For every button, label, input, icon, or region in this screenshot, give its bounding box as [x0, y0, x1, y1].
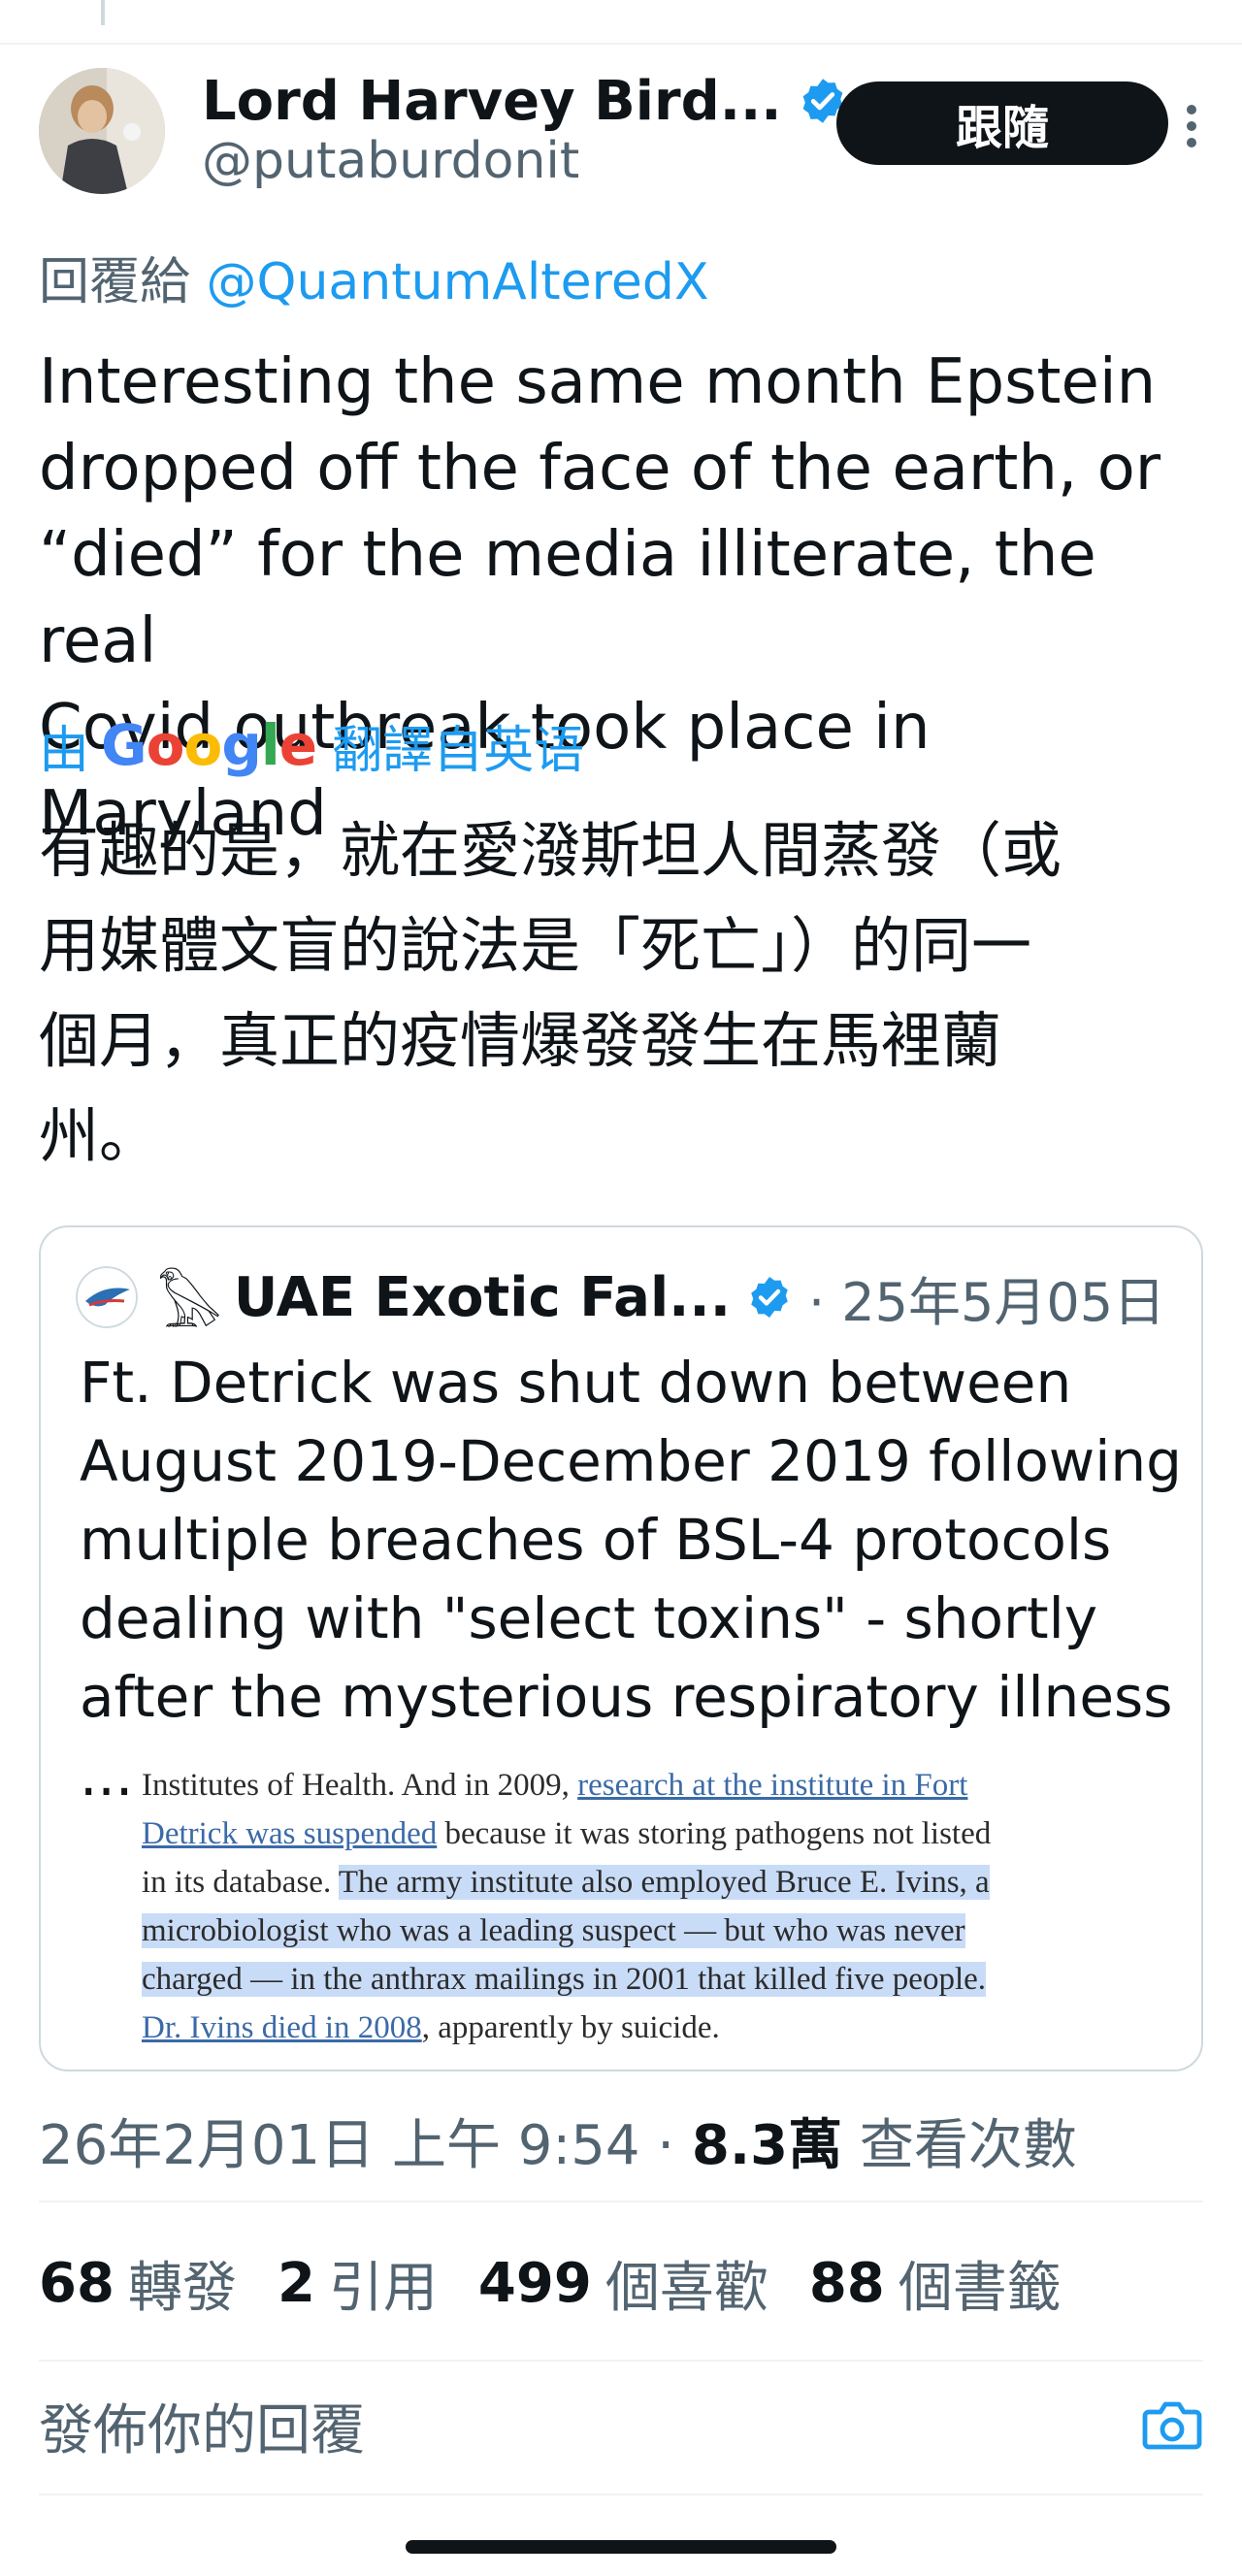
- divider: [39, 2360, 1203, 2362]
- quoted-date[interactable]: · 25年5月05日: [808, 1259, 1165, 1336]
- quoted-text-line: August 2019-December 2019 following: [80, 1428, 1182, 1494]
- falcon-icon: 𓅃: [157, 1272, 222, 1341]
- verified-badge-icon: [751, 1277, 788, 1318]
- quoted-avatar-logo-icon: [76, 1266, 138, 1328]
- article-screenshot[interactable]: Institutes of Health. And in 2009, resea…: [142, 1761, 1151, 2052]
- translated-text: 有趣的是，就在愛潑斯坦人間蒸發（或 用媒體文盲的說法是「死亡」）的同一 個月，真…: [39, 803, 1223, 1184]
- highlighted-text: The army institute also employed Bruce E…: [338, 1865, 990, 1900]
- highlighted-text: charged — in the anthrax mailings in 200…: [142, 1962, 987, 1997]
- divider: [39, 2494, 1203, 2495]
- quoted-display-name[interactable]: UAE Exotic Fal...: [234, 1266, 731, 1329]
- bookmarks-stat[interactable]: 88 個書籤: [809, 2244, 1062, 2323]
- timestamp-row: 26年2月01日 上午 9:54 · 8.3萬 查看次數: [39, 2102, 1077, 2180]
- quoted-tweet-header: 𓅃 UAE Exotic Fal... · 25年5月05日: [76, 1262, 1165, 1341]
- quoted-tweet-text: Ft. Detrick was shut down between August…: [80, 1344, 1186, 1815]
- article-link: Dr. Ivins died in 2008: [142, 2010, 422, 2045]
- timestamp[interactable]: 26年2月01日 上午 9:54 ·: [39, 2114, 692, 2177]
- more-options-icon[interactable]: [1172, 97, 1211, 155]
- tweet-text-line: “died” for the media illiterate, the rea…: [39, 519, 1096, 677]
- top-scroll-tick: [101, 0, 105, 25]
- reply-composer: 發佈你的回覆: [39, 2367, 1203, 2484]
- tweet-header: Lord Harvey Bird... @putaburdonit 跟隨: [39, 64, 1223, 210]
- tweet-text-line: dropped off the face of the earth, or: [39, 433, 1161, 505]
- quoted-text-line: Ft. Detrick was shut down between: [80, 1350, 1072, 1416]
- translated-text-line: 用媒體文盲的說法是「死亡」）的同一: [39, 910, 1032, 981]
- divider: [39, 2201, 1203, 2202]
- avatar[interactable]: [39, 68, 165, 194]
- avatar-photo-icon: [39, 68, 165, 194]
- reply-input[interactable]: 發佈你的回覆: [39, 2387, 365, 2465]
- name-row: Lord Harvey Bird...: [202, 64, 848, 138]
- camera-icon[interactable]: [1141, 2397, 1203, 2455]
- engagement-stats: 68 轉發 2 引用 499 個喜歡 88 個書籤: [39, 2249, 1102, 2320]
- translated-text-line: 有趣的是，就在愛潑斯坦人間蒸發（或: [39, 815, 1062, 886]
- top-divider: [0, 43, 1242, 45]
- display-name[interactable]: Lord Harvey Bird...: [202, 70, 782, 133]
- likes-stat[interactable]: 499 個喜歡: [478, 2244, 768, 2323]
- article-link: research at the institute in Fort: [577, 1768, 968, 1803]
- follow-button[interactable]: 跟隨: [836, 82, 1168, 165]
- views-count: 8.3萬: [691, 2114, 843, 2177]
- translation-suffix: 翻譯自英语: [332, 721, 585, 780]
- quoted-text-line: multiple breaches of BSL-4 protocols: [80, 1507, 1112, 1573]
- reply-mention-link[interactable]: @QuantumAlteredX: [207, 253, 709, 311]
- quoted-text-line: dealing with "select toxins" - shortly: [80, 1585, 1098, 1651]
- article-link: Detrick was suspended: [142, 1816, 438, 1851]
- translated-text-line: 個月，真正的疫情爆發發生在馬裡蘭: [39, 1005, 1002, 1076]
- tweet-text-line: Interesting the same month Epstein: [39, 346, 1157, 418]
- translation-attribution[interactable]: 由 Google 翻譯自英语: [39, 706, 584, 784]
- highlighted-text: microbiologist who was a leading suspect…: [142, 1913, 965, 1948]
- google-logo: Google: [101, 712, 317, 778]
- home-indicator[interactable]: [406, 2540, 836, 2554]
- quoted-avatar[interactable]: [76, 1266, 138, 1328]
- quotes-stat[interactable]: 2 引用: [278, 2244, 438, 2323]
- reply-to-prefix: 回覆給: [39, 253, 191, 311]
- translated-text-line: 州。: [39, 1100, 160, 1171]
- reply-to-line: 回覆給 @QuantumAlteredX: [39, 241, 709, 313]
- translation-prefix: 由: [39, 721, 90, 780]
- views-label: 查看次數: [842, 2114, 1077, 2177]
- handle[interactable]: @putaburdonit: [202, 132, 579, 190]
- retweets-stat[interactable]: 68 轉發: [39, 2244, 237, 2323]
- quoted-tweet-card[interactable]: 𓅃 UAE Exotic Fal... · 25年5月05日 Ft. Detri…: [39, 1225, 1203, 2071]
